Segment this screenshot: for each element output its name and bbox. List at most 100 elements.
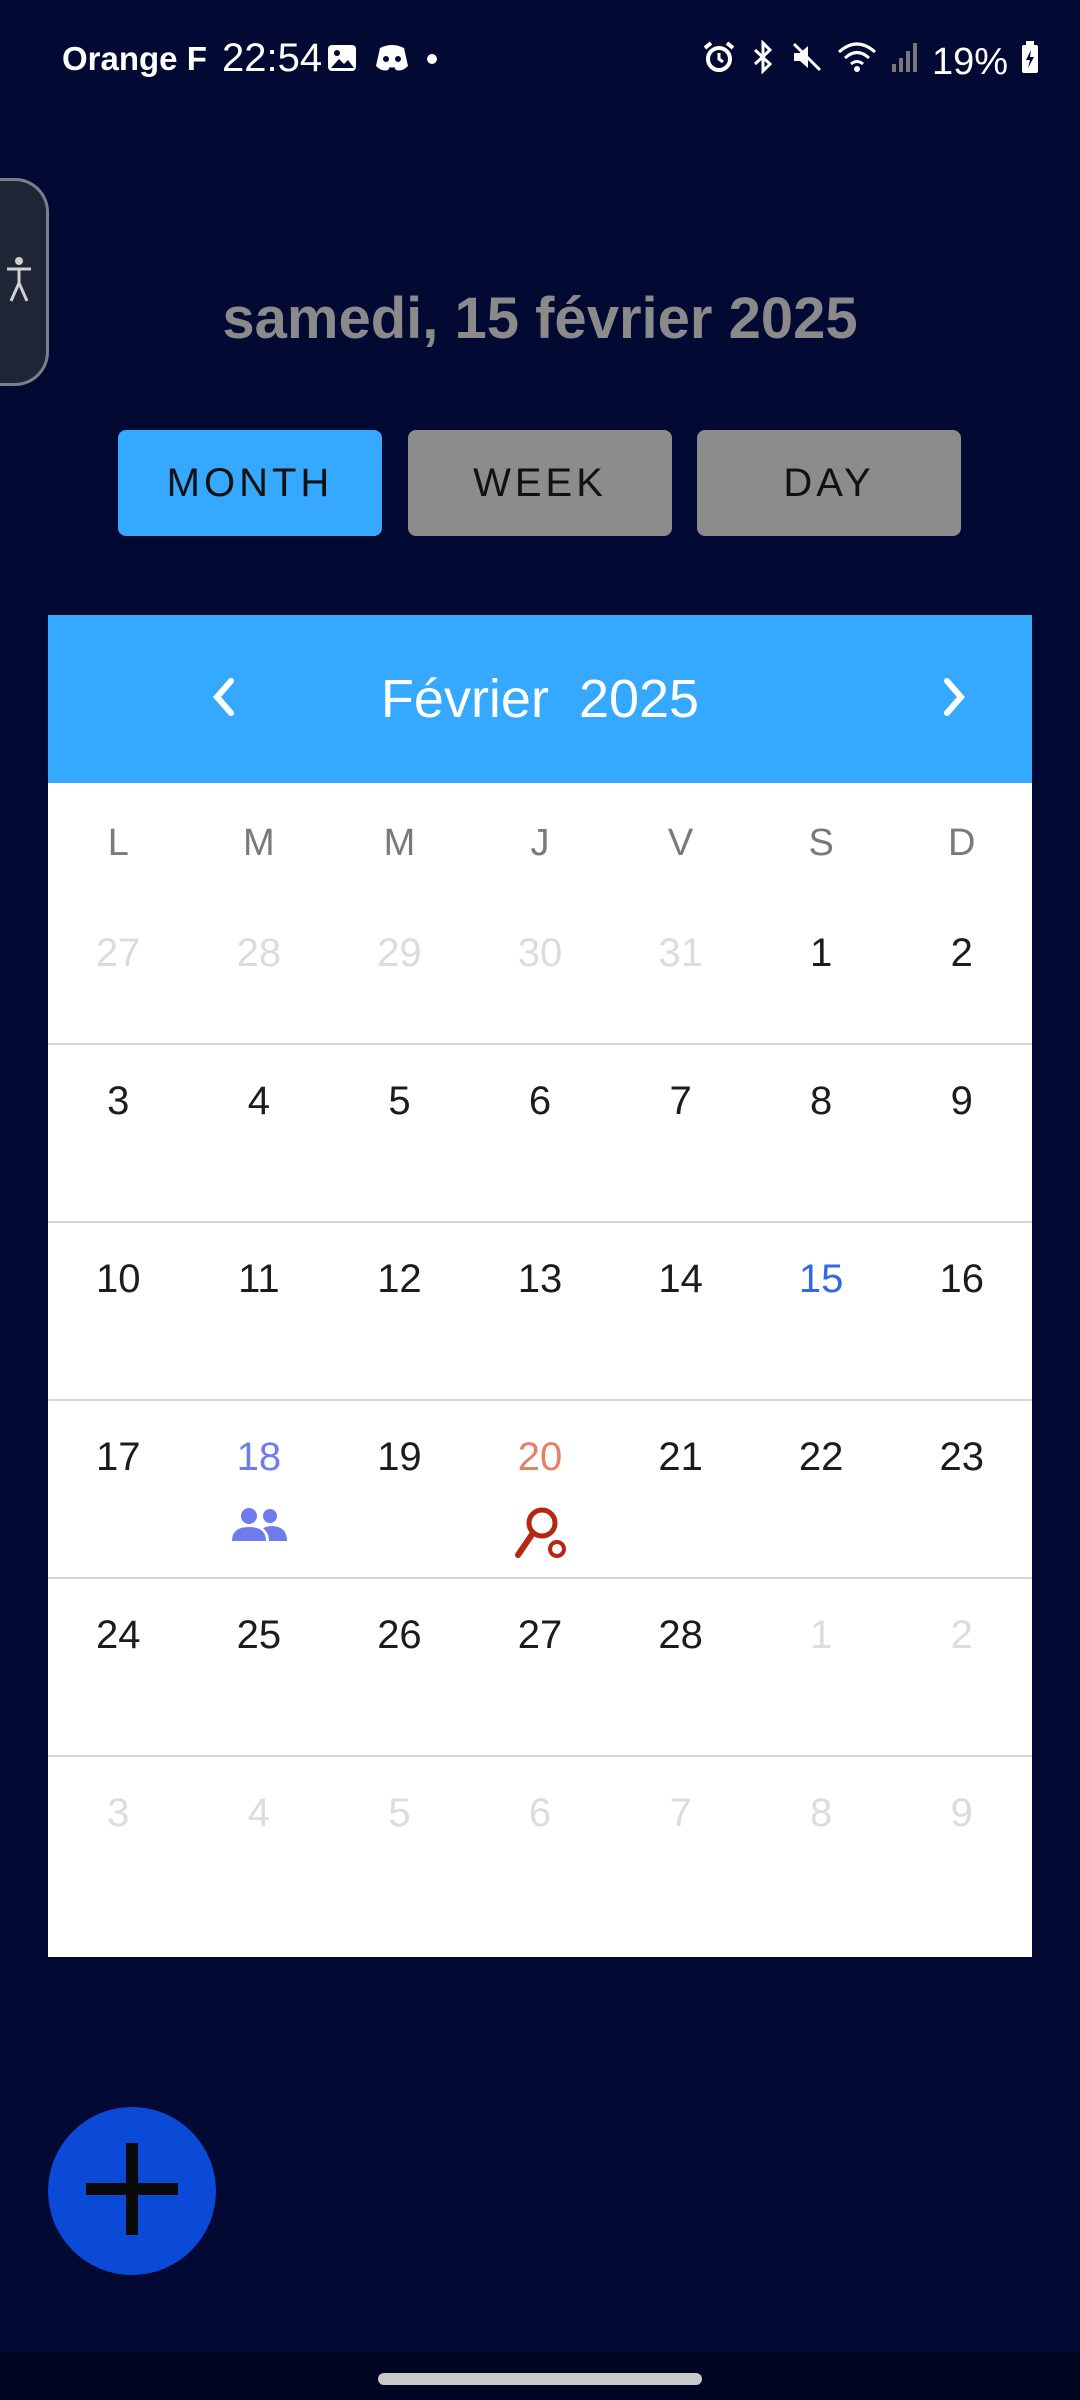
day-cell[interactable]: 14 (610, 1223, 751, 1399)
battery-icon (1020, 40, 1040, 84)
day-number: 14 (658, 1257, 703, 1301)
week-row: 10 11 12 13 14 15 16 (48, 1221, 1032, 1399)
day-number: 2 (950, 1613, 973, 1657)
day-number: 27 (517, 1613, 563, 1657)
day-cell[interactable]: 12 (329, 1223, 470, 1399)
image-icon (326, 42, 358, 79)
day-number: 9 (950, 1079, 973, 1123)
day-cell[interactable]: 3 (48, 1045, 189, 1221)
day-cell-with-event[interactable]: 18 (189, 1401, 330, 1577)
day-number: 11 (238, 1257, 280, 1301)
day-cell[interactable]: 11 (189, 1223, 330, 1399)
day-number: 27 (96, 931, 141, 975)
day-number: 5 (388, 1079, 411, 1123)
day-cell[interactable]: 4 (189, 1757, 330, 1933)
day-cell[interactable]: 27 (48, 903, 189, 1043)
day-cell[interactable]: 19 (329, 1401, 470, 1577)
day-cell[interactable]: 5 (329, 1045, 470, 1221)
week-row: 27 28 29 30 31 1 2 (48, 903, 1032, 1043)
weekday-label: J (530, 822, 550, 864)
day-cell[interactable]: 28 (610, 1579, 751, 1755)
day-number: 7 (669, 1079, 692, 1123)
day-number: 28 (658, 1613, 703, 1657)
day-cell[interactable]: 22 (751, 1401, 892, 1577)
next-month-button[interactable] (924, 669, 984, 729)
accessibility-button[interactable] (0, 178, 49, 386)
month-view-button[interactable]: MONTH (118, 430, 382, 536)
day-number: 13 (517, 1257, 563, 1301)
status-bar: Orange F 22:54 19% (0, 0, 1080, 120)
day-number: 3 (107, 1791, 130, 1835)
day-number: 21 (658, 1435, 703, 1479)
day-cell[interactable]: 8 (751, 1757, 892, 1933)
day-number: 7 (669, 1791, 692, 1835)
day-number: 23 (939, 1435, 985, 1479)
bluetooth-icon (748, 39, 778, 84)
day-cell[interactable]: 23 (891, 1401, 1032, 1577)
discord-icon (374, 42, 410, 79)
day-cell[interactable]: 3 (48, 1757, 189, 1933)
day-cell[interactable]: 21 (610, 1401, 751, 1577)
day-cell[interactable]: 24 (48, 1579, 189, 1755)
weekday-label: S (808, 822, 834, 864)
day-number: 31 (658, 931, 703, 975)
day-cell[interactable]: 13 (470, 1223, 611, 1399)
wifi-icon (836, 40, 878, 84)
day-cell[interactable]: 9 (891, 1757, 1032, 1933)
day-cell[interactable]: 30 (470, 903, 611, 1043)
day-cell-today[interactable]: 15 (751, 1223, 892, 1399)
clock: 22:54 (222, 36, 323, 80)
day-cell[interactable]: 16 (891, 1223, 1032, 1399)
day-number: 12 (377, 1257, 422, 1301)
day-number: 24 (96, 1613, 141, 1657)
weekday-header: L M M J V S D (48, 783, 1032, 903)
day-number: 10 (96, 1257, 141, 1301)
day-number: 19 (377, 1435, 422, 1479)
day-cell[interactable]: 5 (329, 1757, 470, 1933)
day-cell-with-event[interactable]: 20 (470, 1401, 611, 1577)
add-event-button[interactable] (48, 2107, 216, 2275)
alarm-icon (702, 40, 736, 84)
day-cell[interactable]: 4 (189, 1045, 330, 1221)
plus-icon (82, 2139, 182, 2244)
day-number: 18 (236, 1435, 282, 1479)
day-cell[interactable]: 26 (329, 1579, 470, 1755)
day-cell[interactable]: 6 (470, 1045, 611, 1221)
day-number: 6 (528, 1079, 552, 1123)
day-number: 9 (950, 1791, 973, 1835)
day-cell[interactable]: 6 (470, 1757, 611, 1933)
day-number: 3 (107, 1079, 130, 1123)
day-cell[interactable]: 9 (891, 1045, 1032, 1221)
day-view-button[interactable]: DAY (697, 430, 961, 536)
weekday-label: D (948, 822, 976, 864)
day-number: 25 (236, 1613, 282, 1657)
day-cell[interactable]: 31 (610, 903, 751, 1043)
month-calendar: Février 2025 L M M J V S D 27 28 29 30 3… (48, 615, 1032, 1957)
racket-icon (512, 1505, 568, 1566)
day-cell[interactable]: 1 (751, 903, 892, 1043)
page-title: samedi, 15 février 2025 (222, 286, 858, 351)
day-number: 8 (810, 1791, 833, 1835)
day-cell[interactable]: 8 (751, 1045, 892, 1221)
day-cell[interactable]: 28 (189, 903, 330, 1043)
day-cell[interactable]: 7 (610, 1045, 751, 1221)
day-number: 30 (517, 931, 563, 975)
day-number: 1 (810, 931, 833, 975)
day-cell[interactable]: 17 (48, 1401, 189, 1577)
day-cell[interactable]: 7 (610, 1757, 751, 1933)
battery-percentage: 19% (931, 40, 1008, 83)
day-cell[interactable]: 2 (891, 903, 1032, 1043)
day-number: 4 (247, 1079, 270, 1123)
day-cell[interactable]: 1 (751, 1579, 892, 1755)
carrier-label: Orange F (62, 40, 207, 77)
home-indicator[interactable] (378, 2373, 702, 2385)
day-number: 20 (517, 1435, 563, 1479)
day-cell[interactable]: 29 (329, 903, 470, 1043)
week-view-button[interactable]: WEEK (408, 430, 672, 536)
week-row: 3 4 5 6 7 8 9 (48, 1755, 1032, 1933)
day-cell[interactable]: 10 (48, 1223, 189, 1399)
day-cell[interactable]: 25 (189, 1579, 330, 1755)
day-cell[interactable]: 2 (891, 1579, 1032, 1755)
weekday-label: V (667, 822, 694, 864)
day-cell[interactable]: 27 (470, 1579, 611, 1755)
